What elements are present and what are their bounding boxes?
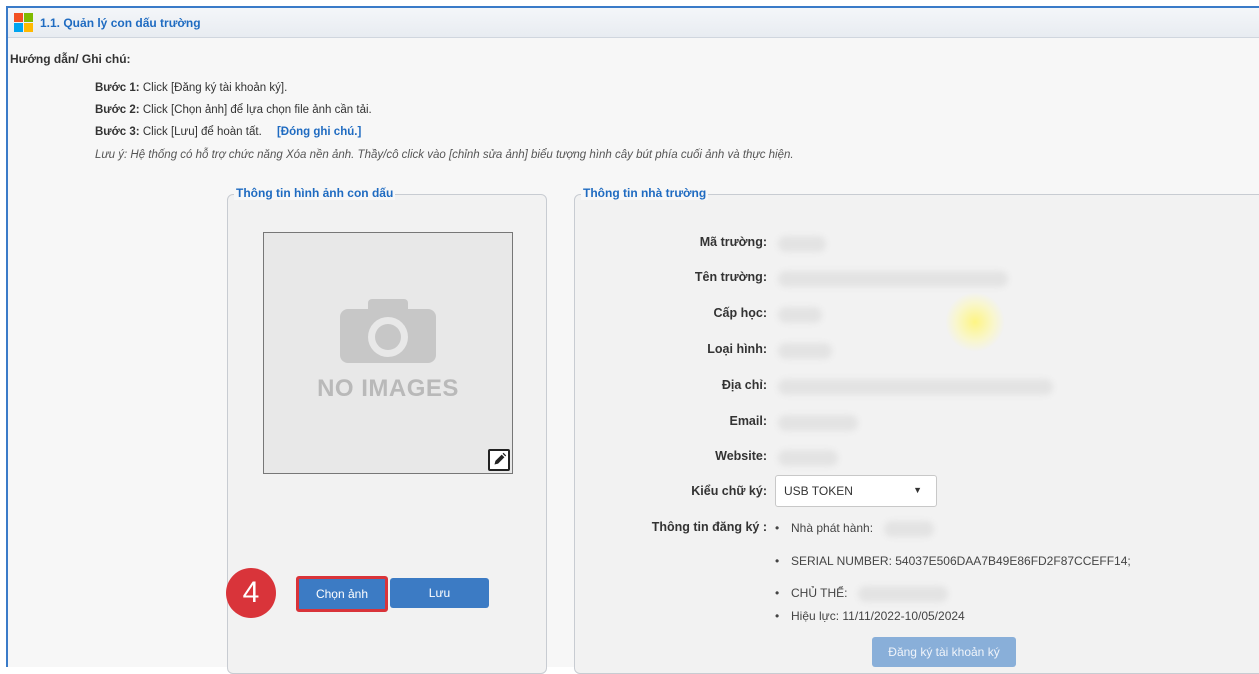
guide-step-3: Bước 3: Click [Lưu] để hoàn tất. [Đóng g…	[95, 126, 362, 138]
validity-item: • Hiệu lực: 11/11/2022-10/05/2024	[775, 609, 965, 623]
owner-item: • CHỦ THỂ:	[775, 586, 848, 600]
signature-type-select[interactable]: USB TOKEN ▼	[775, 475, 937, 507]
guide-heading: Hướng dẫn/ Ghi chú:	[10, 52, 131, 66]
website-value	[778, 450, 838, 466]
publisher-item: • Nhà phát hành:	[775, 521, 874, 535]
serial-number-item: • SERIAL NUMBER: 54037E506DAA7B49E86FD2F8…	[775, 554, 1131, 568]
guide-step-2: Bước 2: Click [Chọn ảnh] để lựa chọn fil…	[95, 104, 372, 116]
seal-panel-legend: Thông tin hình ảnh con dấu	[234, 186, 396, 200]
email-value	[778, 415, 858, 431]
school-name-value	[778, 271, 1008, 287]
school-level-value	[778, 307, 822, 323]
publisher-value	[884, 521, 934, 537]
register-signing-account-button[interactable]: Đăng ký tài khoản ký	[872, 637, 1016, 667]
school-type-label: Loại hình:	[707, 342, 767, 356]
owner-value	[858, 586, 948, 602]
page-title: 1.1. Quản lý con dấu trường	[40, 16, 201, 30]
seal-image-preview: NO IMAGES	[263, 232, 513, 474]
signature-type-value: USB TOKEN	[784, 484, 853, 498]
chevron-down-icon: ▼	[913, 485, 922, 495]
cursor-highlight	[945, 292, 1005, 352]
website-label: Website:	[715, 449, 767, 463]
close-note-link[interactable]: [Đóng ghi chú.]	[277, 126, 361, 138]
guide-section: Hướng dẫn/ Ghi chú: Bước 1: Click [Đăng …	[10, 52, 1250, 161]
school-code-label: Mã trường:	[699, 235, 767, 249]
school-code-value	[778, 236, 826, 252]
step-4-badge: 4	[226, 568, 276, 618]
guide-step-1: Bước 1: Click [Đăng ký tài khoản ký].	[95, 82, 288, 94]
address-value	[778, 379, 1053, 395]
guide-note: Lưu ý: Hệ thống có hỗ trợ chức năng Xóa …	[95, 149, 794, 161]
edit-image-icon[interactable]	[488, 449, 510, 471]
title-bar: 1.1. Quản lý con dấu trường	[8, 8, 1259, 38]
registration-label: Thông tin đăng ký :	[651, 520, 767, 534]
signature-type-label: Kiểu chữ ký:	[691, 484, 767, 498]
school-info-panel: Thông tin nhà trường	[574, 186, 1259, 674]
no-images-text: NO IMAGES	[317, 375, 459, 402]
school-type-value	[778, 343, 832, 359]
address-label: Địa chỉ:	[721, 378, 767, 392]
app-logo-icon	[14, 13, 33, 32]
camera-icon	[340, 299, 436, 363]
school-name-label: Tên trường:	[694, 270, 767, 284]
school-level-label: Cấp học:	[713, 306, 767, 320]
choose-image-button[interactable]: Chọn ảnh	[296, 576, 388, 612]
email-label: Email:	[729, 414, 767, 428]
save-button[interactable]: Lưu	[390, 578, 489, 608]
school-panel-legend: Thông tin nhà trường	[581, 186, 709, 200]
